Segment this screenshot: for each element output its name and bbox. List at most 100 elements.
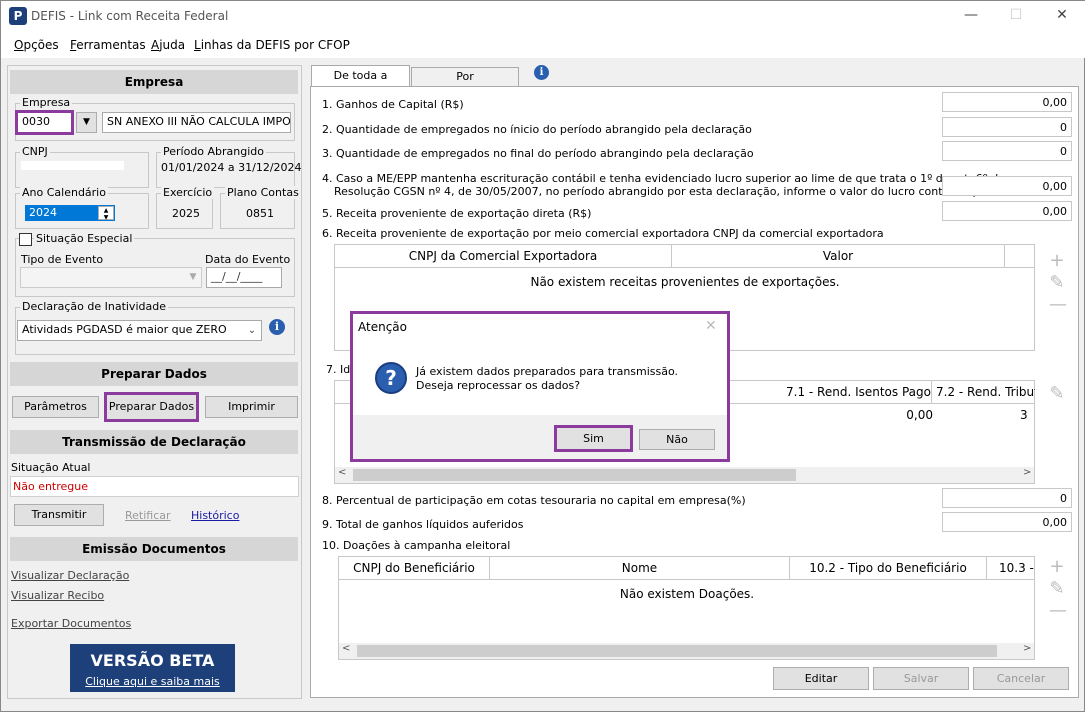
menu-linhas-defis[interactable]: Linhas da DEFIS por CFOP bbox=[194, 38, 350, 52]
exercicio-value: 2025 bbox=[172, 207, 200, 220]
exercicio-label: Exercício bbox=[161, 186, 215, 199]
table-exportacoes-empty: Não existem receitas provenientes de exp… bbox=[530, 275, 840, 289]
tipo-evento-label: Tipo de Evento bbox=[21, 253, 104, 266]
edit-pencil-icon[interactable]: ✎ bbox=[1049, 578, 1065, 599]
col-valor: Valor bbox=[672, 245, 1005, 267]
tipo-evento-select[interactable] bbox=[20, 267, 202, 288]
row-4-label-b: Resolução CGSN nº 4, de 30/05/2007, no p… bbox=[334, 185, 1012, 198]
visualizar-declaracao-link[interactable]: Visualizar Declaração bbox=[11, 569, 129, 582]
emissao-header: Emissão Documentos bbox=[10, 537, 298, 561]
rend-isentos-cell: 0,00 bbox=[906, 408, 933, 422]
row-4-field[interactable]: 0,00 bbox=[942, 176, 1072, 196]
maximize-icon[interactable]: ☐ bbox=[1006, 7, 1026, 23]
inatividade-label: Declaração de Inatividade bbox=[20, 300, 168, 313]
empresa-label: Empresa bbox=[20, 96, 73, 109]
cnpj-label: CNPJ bbox=[20, 145, 50, 158]
scroll-left-icon[interactable]: < bbox=[338, 467, 346, 478]
scrollbar-thumb[interactable] bbox=[353, 469, 796, 481]
exportar-documentos-link[interactable]: Exportar Documentos bbox=[11, 617, 131, 630]
row-4-label-a: 4. Caso a ME/EPP mantenha escrituração c… bbox=[322, 172, 1005, 185]
sim-button[interactable]: Sim bbox=[554, 425, 633, 452]
col-cnpj-exportadora: CNPJ da Comercial Exportadora bbox=[335, 245, 672, 267]
data-evento-field[interactable]: __/__/____ bbox=[206, 267, 282, 288]
editar-button[interactable]: Editar bbox=[773, 667, 869, 690]
parametros-button[interactable]: Parâmetros bbox=[12, 396, 99, 418]
table-doacoes: CNPJ do Beneficiário Nome 10.2 - Tipo do… bbox=[338, 556, 1035, 660]
ano-label: Ano Calendário bbox=[20, 186, 108, 199]
salvar-button[interactable]: Salvar bbox=[873, 667, 969, 690]
empresa-header: Empresa bbox=[10, 70, 298, 94]
empresa-code-field[interactable]: 0030 bbox=[15, 110, 74, 135]
row-2-field[interactable]: 0 bbox=[942, 117, 1072, 137]
menu-ajuda[interactable]: Ajuda bbox=[151, 38, 185, 52]
data-evento-label: Data do Evento bbox=[205, 253, 291, 266]
periodo-label: Período Abrangido bbox=[161, 145, 267, 158]
rend-tributaveis-cell: 3 bbox=[1020, 408, 1028, 422]
row-8-field[interactable]: 0 bbox=[942, 488, 1072, 508]
title-bar: P DEFIS - Link com Receita Federal — ☐ ✕ bbox=[1, 1, 1085, 32]
dialog-close-icon[interactable]: ✕ bbox=[705, 318, 717, 334]
row-5-field[interactable]: 0,00 bbox=[942, 201, 1072, 221]
edit-pencil-icon[interactable]: ✎ bbox=[1049, 272, 1065, 293]
remove-icon[interactable]: — bbox=[1049, 294, 1067, 315]
beta-link[interactable]: Clique aqui e saiba mais bbox=[70, 675, 235, 688]
empresa-dropdown-button[interactable]: ▼ bbox=[76, 112, 97, 133]
confirm-dialog: Atenção ✕ ? Já existem dados preparados … bbox=[350, 311, 730, 462]
plano-value: 0851 bbox=[246, 207, 274, 220]
row-9-label: 9. Total de ganhos líquidos auferidos bbox=[322, 518, 524, 531]
remove-icon[interactable]: — bbox=[1049, 600, 1067, 621]
row-3-field[interactable]: 0 bbox=[942, 141, 1072, 161]
row-2-label: 2. Quantidade de empregados no ínicio do… bbox=[322, 123, 752, 136]
beta-title: VERSÃO BETA bbox=[90, 651, 215, 670]
info-icon[interactable]: i bbox=[534, 65, 549, 80]
window-title: DEFIS - Link com Receita Federal bbox=[31, 9, 229, 23]
tab-toda-me-epp[interactable]: De toda a ME/EPP bbox=[311, 65, 410, 102]
add-icon[interactable]: + bbox=[1049, 556, 1065, 577]
retificar-link[interactable]: Retificar bbox=[125, 509, 171, 522]
plano-label: Plano Contas bbox=[225, 186, 301, 199]
app-logo-icon: P bbox=[9, 7, 27, 25]
situacao-especial-label: Situação Especial bbox=[34, 232, 135, 245]
menu-ferramentas[interactable]: Ferramentas bbox=[70, 38, 146, 52]
nao-button[interactable]: Não bbox=[639, 429, 715, 450]
tab-por-estabelecimento[interactable]: Por Estabelecimento bbox=[411, 67, 519, 100]
row-8-label: 8. Percentual de participação em cotas t… bbox=[322, 494, 746, 507]
col-cnpj-beneficiario: CNPJ do Beneficiário bbox=[339, 557, 490, 579]
question-icon: ? bbox=[375, 362, 407, 394]
situacao-atual-label: Situação Atual bbox=[11, 461, 91, 474]
visualizar-recibo-link[interactable]: Visualizar Recibo bbox=[11, 589, 104, 602]
add-icon[interactable]: + bbox=[1049, 250, 1065, 271]
cancelar-button[interactable]: Cancelar bbox=[973, 667, 1069, 690]
row-1-field[interactable]: 0,00 bbox=[942, 92, 1072, 112]
menu-opcoes[interactable]: Opções bbox=[14, 38, 59, 52]
edit-pencil-icon[interactable]: ✎ bbox=[1049, 383, 1065, 404]
row-10-label: 10. Doações à campanha eleitoral bbox=[322, 539, 511, 552]
imprimir-button[interactable]: Imprimir bbox=[205, 396, 298, 418]
cnpj-value bbox=[21, 161, 124, 170]
inatividade-select[interactable]: Atividads PGDASD é maior que ZERO bbox=[17, 320, 262, 341]
row-5-label: 5. Receita proveniente de exportação dir… bbox=[322, 207, 592, 220]
minimize-icon[interactable]: — bbox=[961, 7, 981, 23]
preparar-header: Preparar Dados bbox=[10, 362, 298, 386]
col-10-3: 10.3 - F bbox=[999, 561, 1035, 575]
col-rend-isentos: 7.1 - Rend. Isentos Pagos bbox=[786, 381, 932, 403]
situacao-atual-value: Não entregue bbox=[13, 480, 89, 493]
close-icon[interactable]: ✕ bbox=[1052, 7, 1072, 23]
scroll-right-icon[interactable]: > bbox=[1023, 467, 1031, 478]
col-nome: Nome bbox=[490, 557, 790, 579]
ano-spinner-icon[interactable]: ▲ ▼ bbox=[98, 206, 114, 221]
scrollbar-thumb[interactable] bbox=[357, 645, 997, 657]
historico-link[interactable]: Histórico bbox=[191, 509, 239, 522]
dialog-title: Atenção bbox=[358, 320, 407, 334]
row-9-field[interactable]: 0,00 bbox=[942, 512, 1072, 532]
info-icon[interactable]: i bbox=[269, 319, 285, 335]
transmissao-header: Transmissão de Declaração bbox=[10, 430, 298, 454]
scroll-left-icon[interactable]: < bbox=[342, 643, 350, 654]
scroll-right-icon[interactable]: > bbox=[1023, 643, 1031, 654]
chevron-down-icon: ⌄ bbox=[247, 325, 257, 336]
row-3-label: 3. Quantidade de empregados no final do … bbox=[322, 147, 754, 160]
col-rend-tributaveis: 7.2 - Rend. Tributáv bbox=[936, 385, 1035, 399]
situacao-especial-checkbox[interactable] bbox=[19, 233, 32, 246]
transmitir-button[interactable]: Transmitir bbox=[14, 504, 104, 526]
preparar-dados-button[interactable]: Preparar Dados bbox=[104, 392, 199, 422]
